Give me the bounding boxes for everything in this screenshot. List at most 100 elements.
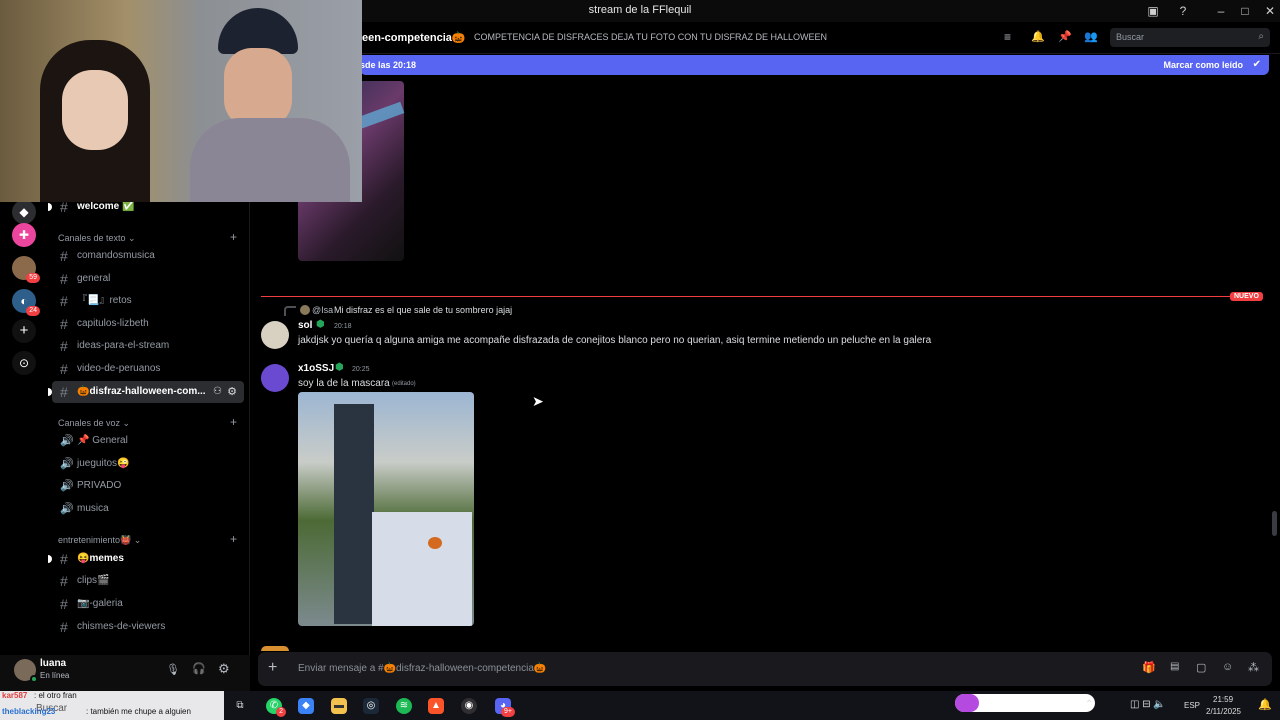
obs-icon[interactable]: ◉ bbox=[461, 698, 477, 714]
tray-chevron-icon[interactable]: ⌃ bbox=[1085, 699, 1093, 710]
message-content: soy la de la mascara bbox=[298, 378, 390, 389]
task-view-icon[interactable]: ⧉ bbox=[232, 698, 248, 714]
category-text-channels[interactable]: Canales de texto ⌄ bbox=[58, 233, 136, 244]
topic-divider: · bbox=[459, 30, 462, 40]
channel-chismes[interactable]: # chismes-de-viewers bbox=[52, 616, 244, 638]
steam-icon[interactable]: ◎ bbox=[363, 698, 379, 714]
channel-capitulos[interactable]: # capitulos-lizbeth bbox=[52, 313, 244, 335]
sticker-icon[interactable]: ▢ bbox=[1196, 661, 1206, 674]
user-panel: luana En línea 🎙 🎧 ⚙ bbox=[0, 655, 250, 691]
tray-icons[interactable]: ◫ ⊟ 🔈 bbox=[1130, 699, 1166, 710]
hash-icon: # bbox=[60, 293, 68, 309]
help-icon[interactable]: ? bbox=[1175, 3, 1191, 19]
create-channel-icon[interactable]: + bbox=[230, 532, 237, 546]
headphones-icon[interactable]: 🎧 bbox=[192, 662, 206, 675]
server-icon-d[interactable]: ◐ 24 bbox=[12, 289, 40, 316]
close-icon[interactable]: ✕ bbox=[1262, 3, 1278, 19]
banner-since-text: sde las 20:18 bbox=[360, 60, 417, 70]
channel-title: een-competencia🎃 bbox=[362, 32, 466, 44]
avatar[interactable] bbox=[261, 364, 289, 392]
user-status: En línea bbox=[40, 671, 70, 680]
mouse-cursor-icon: ➤ bbox=[532, 393, 544, 409]
minimize-icon[interactable]: – bbox=[1213, 3, 1229, 19]
hash-icon: # bbox=[60, 551, 68, 567]
channel-general[interactable]: # general bbox=[52, 268, 244, 290]
hash-icon: # bbox=[60, 316, 68, 332]
microphone-icon[interactable]: 🎙 bbox=[166, 663, 180, 676]
channel-memes[interactable]: # 😝memes bbox=[48, 548, 244, 570]
search-box[interactable]: Buscar ⌕ bbox=[1110, 28, 1270, 47]
discover-icon[interactable]: ⊙ bbox=[12, 351, 36, 375]
voice-jueguitos[interactable]: 🔊 jueguitos😜 bbox=[52, 453, 244, 475]
whatsapp-icon[interactable]: ✆ 2 bbox=[266, 698, 286, 717]
voice-musica[interactable]: 🔊 musica bbox=[52, 498, 244, 520]
server-icon-b[interactable]: ✚ bbox=[12, 223, 36, 247]
spotify-icon[interactable]: ≋ bbox=[396, 698, 412, 714]
gif-icon[interactable]: ▤ bbox=[1170, 661, 1179, 672]
maximize-icon[interactable]: □ bbox=[1237, 3, 1253, 19]
discord-icon[interactable]: ◕ 9+ bbox=[495, 698, 515, 717]
person-right bbox=[190, 8, 350, 202]
bell-icon[interactable]: 🔔 bbox=[1031, 30, 1045, 43]
channel-label: chismes-de-viewers bbox=[77, 621, 166, 632]
channel-galeria[interactable]: # 📷-galeria bbox=[52, 593, 244, 615]
webcam-overlay bbox=[0, 0, 362, 202]
clock-time[interactable]: 21:59 bbox=[1213, 695, 1233, 704]
copilot-icon[interactable]: ◆ bbox=[298, 698, 314, 714]
face-right bbox=[224, 48, 292, 128]
invite-icon[interactable]: ⚇ bbox=[213, 381, 222, 403]
threads-icon[interactable]: ≡ bbox=[1004, 30, 1011, 44]
gear-icon[interactable]: ⚙ bbox=[227, 381, 237, 403]
hash-icon: # bbox=[60, 573, 68, 589]
server-icon-a[interactable]: ◆ bbox=[12, 200, 36, 224]
channel-clips[interactable]: # clips🎬 bbox=[52, 570, 244, 592]
chat-overlay-text: : también me chupe a alguien bbox=[86, 707, 191, 716]
add-server-icon[interactable]: + bbox=[12, 319, 36, 343]
members-icon[interactable]: 👥 bbox=[1084, 30, 1098, 43]
create-channel-icon[interactable]: + bbox=[230, 415, 237, 429]
message-author[interactable]: x1oSSJ bbox=[298, 363, 334, 374]
notification-bell-icon[interactable]: 🔔 bbox=[1258, 698, 1272, 711]
avatar[interactable] bbox=[261, 321, 289, 349]
language-indicator[interactable]: ESP bbox=[1184, 701, 1200, 710]
mark-as-read-button[interactable]: Marcar como leído bbox=[1163, 60, 1243, 70]
gift-icon[interactable]: 🎁 bbox=[1142, 661, 1156, 674]
channel-video[interactable]: # video-de-peruanos bbox=[52, 358, 244, 380]
reply-text[interactable]: Mi disfraz es el que sale de tu sombrero… bbox=[334, 305, 512, 315]
voice-privado[interactable]: 🔊 PRIVADO bbox=[52, 475, 244, 497]
emoji-icon[interactable]: ☺ bbox=[1222, 661, 1233, 673]
message-composer[interactable]: + Enviar mensaje a #🎃disfraz-halloween-c… bbox=[258, 652, 1272, 686]
message-input[interactable]: Enviar mensaje a #🎃disfraz-halloween-com… bbox=[298, 663, 546, 674]
apps-icon[interactable]: ⁂ bbox=[1248, 661, 1259, 674]
add-attachment-icon[interactable]: + bbox=[268, 659, 277, 677]
brave-icon[interactable]: ▲ bbox=[428, 698, 444, 714]
server-badge: 59 bbox=[26, 273, 40, 283]
channel-disfraz-halloween[interactable]: # 🎃disfraz-halloween-com... ⚇ ⚙ bbox=[48, 381, 244, 403]
attachment-image[interactable] bbox=[298, 392, 474, 626]
channel-ideas[interactable]: # ideas-para-el-stream bbox=[52, 335, 244, 357]
scrollbar[interactable] bbox=[1272, 511, 1277, 536]
voice-general[interactable]: 🔊 📌 General bbox=[52, 430, 244, 452]
pin-icon[interactable]: 📌 bbox=[1058, 30, 1072, 43]
screen-icon[interactable]: ▣ bbox=[1145, 3, 1161, 19]
channel-comandosmusica[interactable]: # comandosmusica bbox=[52, 245, 244, 267]
category-entretenimiento[interactable]: entretenimiento👹 ⌄ bbox=[58, 535, 141, 546]
folder-icon[interactable]: ▬ bbox=[331, 698, 347, 714]
chat-overlay-text: : el otro fran bbox=[34, 691, 77, 700]
new-messages-banner[interactable]: sde las 20:18 Marcar como leído ✔ bbox=[360, 55, 1269, 75]
message-author[interactable]: sol bbox=[298, 320, 312, 331]
reply-author[interactable]: @Isa bbox=[312, 305, 333, 315]
channel-retos[interactable]: # 『📃』retos bbox=[52, 290, 244, 312]
channel-label: PRIVADO bbox=[77, 480, 122, 491]
clock-date[interactable]: 2/11/2025 bbox=[1206, 707, 1241, 716]
channel-label: 『📃』retos bbox=[77, 295, 132, 306]
server-list: ◆ ✚ 59 ◐ 24 + ⊙ bbox=[0, 200, 48, 655]
user-settings-icon[interactable]: ⚙ bbox=[218, 661, 230, 677]
search-bar[interactable]: kar587 : el otro fran Buscar theblacking… bbox=[0, 691, 224, 720]
create-channel-icon[interactable]: + bbox=[230, 230, 237, 244]
username: luana bbox=[40, 658, 67, 669]
hash-icon: # bbox=[60, 596, 68, 612]
server-icon-c[interactable]: 59 bbox=[12, 256, 40, 283]
channel-sidebar: # welcome ✅ Canales de texto ⌄ + # comand… bbox=[48, 199, 250, 655]
category-voice-channels[interactable]: Canales de voz ⌄ bbox=[58, 418, 130, 429]
